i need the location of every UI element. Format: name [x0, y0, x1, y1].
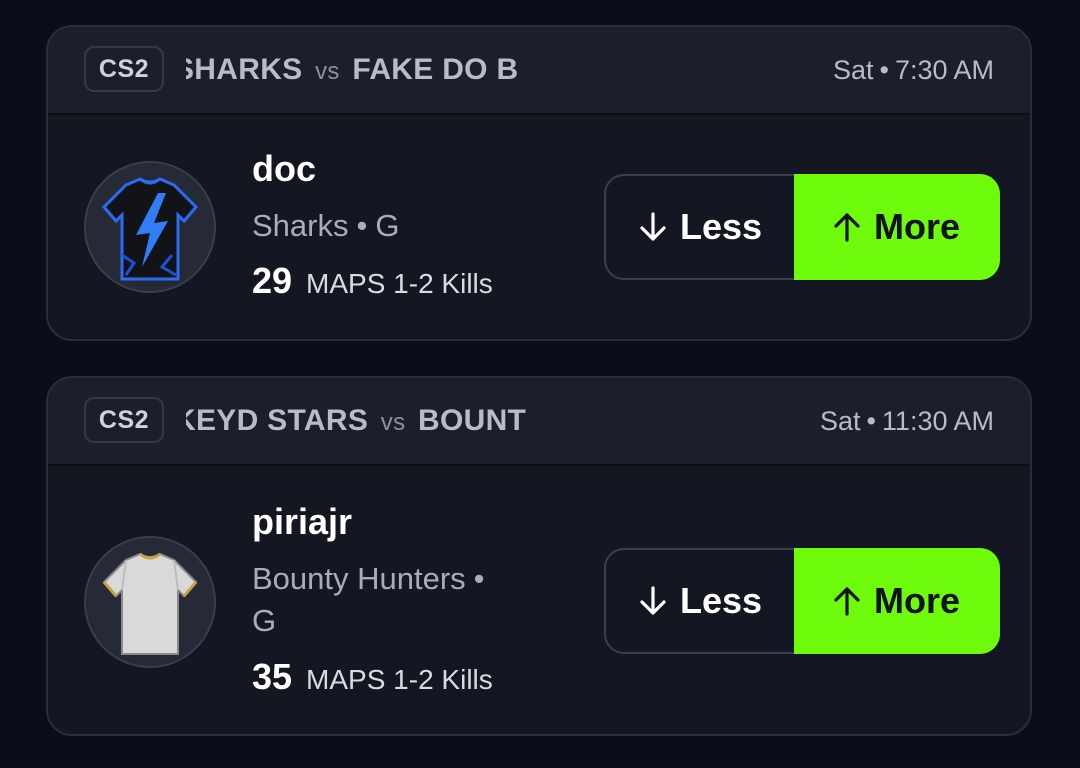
player-name: piriajr — [252, 501, 353, 542]
stat-label: MAPS 1-2 Kills — [306, 664, 493, 695]
stat-value: 35 — [252, 656, 293, 697]
less-more-toggle: Less More — [604, 548, 1000, 654]
blue-jersey-icon — [84, 161, 216, 293]
projection-card: CS2 KEYD STARS vs BOUNT Sat • 11:30 AM pir… — [46, 376, 1032, 736]
more-button[interactable]: More — [794, 174, 1000, 280]
stat-line: 35 MAPS 1-2 Kills — [252, 657, 493, 700]
position: G — [252, 603, 277, 638]
team-a: SHARKS — [186, 53, 303, 86]
projection-card: CS2 SHARKS vs FAKE DO B Sat • 7:30 AM doc … — [46, 25, 1032, 341]
team-a: KEYD STARS — [186, 404, 369, 437]
more-label: More — [873, 580, 960, 621]
matchup: SHARKS vs FAKE DO B — [186, 47, 546, 93]
match-time: Sat • 11:30 AM — [819, 406, 994, 436]
less-label: Less — [679, 206, 763, 247]
match-clock: 11:30 AM — [881, 406, 994, 436]
stat-label: MAPS 1-2 Kills — [306, 268, 493, 299]
team-position: Sharks • G — [252, 208, 400, 243]
less-button[interactable]: Less — [606, 550, 796, 652]
more-label: More — [873, 206, 960, 247]
team-b: FAKE DO B — [352, 53, 519, 86]
card-header: CS2 SHARKS vs FAKE DO B Sat • 7:30 AM — [48, 27, 1030, 115]
arrow-down-icon — [640, 176, 666, 242]
matchup: KEYD STARS vs BOUNT — [186, 398, 546, 444]
stat-value: 29 — [252, 260, 293, 301]
vs-label: vs — [380, 409, 406, 436]
arrow-down-icon — [640, 550, 666, 616]
team-b: BOUNT — [418, 404, 527, 437]
match-time: Sat • 7:30 AM — [832, 55, 994, 85]
player-name: doc — [252, 148, 317, 189]
less-label: Less — [679, 580, 763, 621]
arrow-up-icon — [834, 548, 860, 616]
team-name: Sharks — [252, 208, 349, 243]
card-header: CS2 KEYD STARS vs BOUNT Sat • 11:30 AM — [48, 378, 1030, 466]
match-clock: 7:30 AM — [894, 55, 994, 85]
more-button[interactable]: More — [794, 548, 1000, 654]
less-button[interactable]: Less — [606, 176, 796, 278]
stat-line: 29 MAPS 1-2 Kills — [252, 261, 493, 304]
position: G — [375, 208, 400, 243]
match-day: Sat — [832, 55, 874, 85]
game-tag: CS2 — [84, 46, 164, 92]
white-jersey-icon — [84, 536, 216, 668]
arrow-up-icon — [834, 174, 860, 242]
team-name: Bounty Hunters — [252, 561, 466, 596]
game-tag: CS2 — [84, 397, 164, 443]
team-position: Bounty Hunters • G — [252, 561, 485, 638]
match-day: Sat — [819, 406, 861, 436]
vs-label: vs — [315, 58, 340, 85]
less-more-toggle: Less More — [604, 174, 1000, 280]
